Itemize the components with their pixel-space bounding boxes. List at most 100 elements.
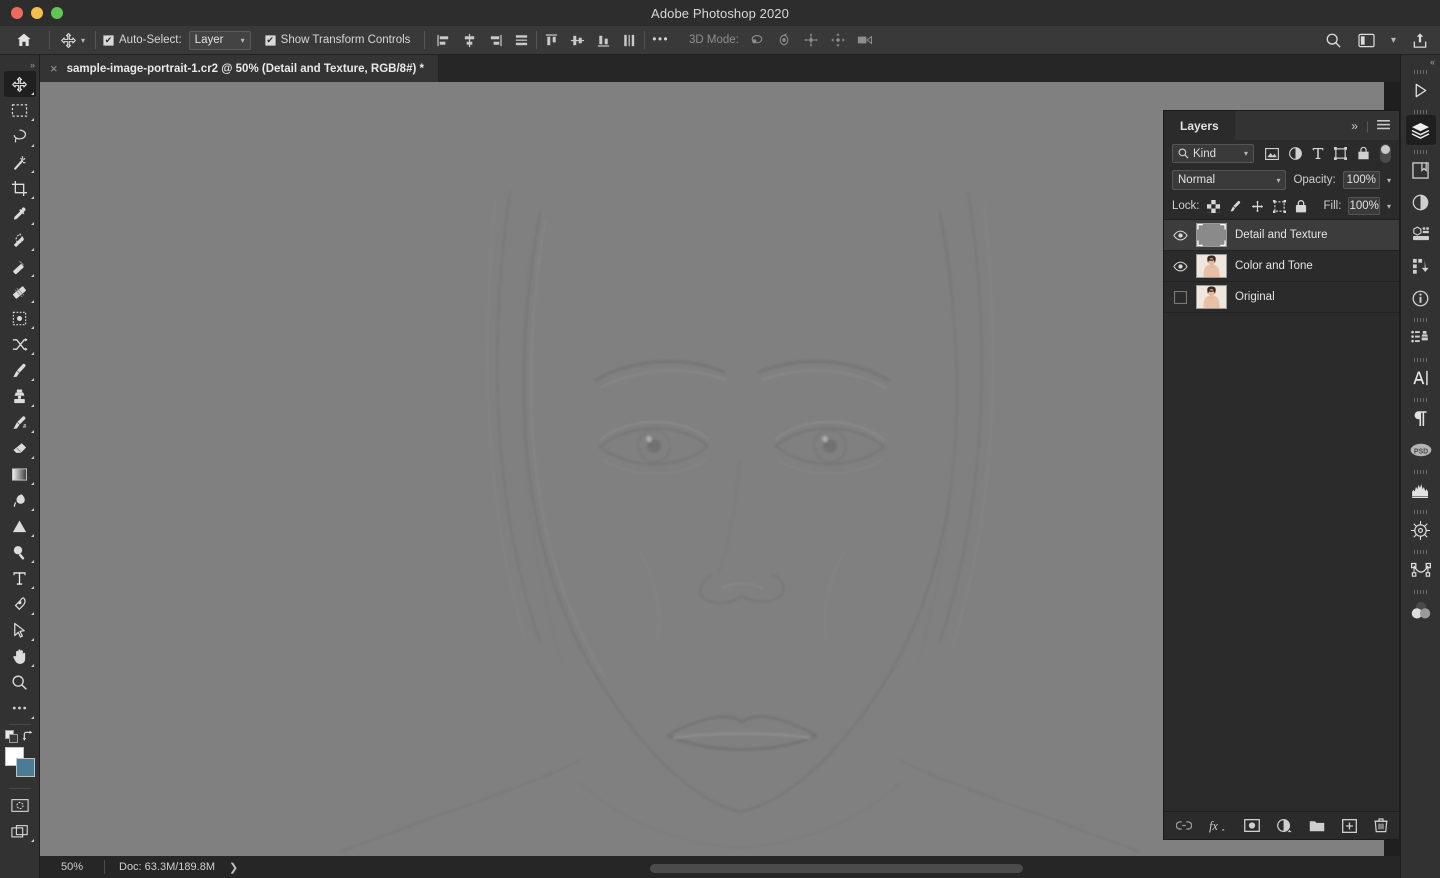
rotate-3d-icon[interactable] (749, 32, 765, 48)
pen-tool[interactable] (4, 591, 36, 617)
search-icon[interactable] (1325, 32, 1342, 49)
pixel-layer-filter-icon[interactable] (1265, 147, 1279, 160)
dodge-tool[interactable] (4, 513, 36, 539)
fill-slider-chevron-icon[interactable]: ▾ (1387, 202, 1391, 211)
panel-grip[interactable] (1413, 510, 1428, 514)
auto-select-checkbox[interactable]: ✔ Auto-Select: (103, 26, 182, 55)
shape-layer-filter-icon[interactable] (1334, 147, 1347, 160)
burn-tool[interactable] (4, 539, 36, 565)
close-icon[interactable]: × (50, 62, 58, 75)
history-brush-tool[interactable] (4, 409, 36, 435)
smart-object-filter-icon[interactable] (1357, 147, 1370, 160)
distribute-vertical-icon[interactable] (622, 33, 637, 48)
histogram-panel-icon[interactable] (1406, 475, 1436, 505)
align-top-edges-icon[interactable] (544, 33, 559, 48)
layer-row-detail-and-texture[interactable]: Detail and Texture (1164, 220, 1399, 251)
align-horizontal-centers-icon[interactable] (462, 33, 477, 48)
eraser-tool[interactable] (4, 435, 36, 461)
gradient-tool[interactable] (4, 461, 36, 487)
add-layer-mask-icon[interactable] (1243, 819, 1260, 832)
panel-grip[interactable] (1413, 110, 1428, 114)
type-layer-filter-icon[interactable] (1312, 147, 1324, 160)
rectangular-marquee-tool[interactable] (4, 97, 36, 123)
actions-panel-icon[interactable] (1406, 323, 1436, 353)
default-colors-icon[interactable] (4, 730, 19, 744)
double-chevron-right-icon[interactable]: » (1351, 119, 1358, 133)
panel-grip[interactable] (1413, 70, 1428, 74)
screen-mode-icon[interactable] (4, 818, 36, 844)
layer-visibility-toggle[interactable] (1172, 261, 1188, 272)
scale-3d-camera-icon[interactable] (857, 33, 874, 47)
layer-thumbnail-gray[interactable] (1196, 223, 1227, 247)
lock-position-icon[interactable] (1251, 200, 1264, 213)
libraries-panel-icon[interactable] (1406, 155, 1436, 185)
psd-styles-panel-icon[interactable]: PSD (1406, 435, 1436, 465)
panel-grip[interactable] (1413, 398, 1428, 402)
roll-3d-icon[interactable] (776, 32, 792, 48)
panel-grip[interactable] (1413, 358, 1428, 362)
patch-tool[interactable] (4, 279, 36, 305)
fill-input[interactable]: 100% (1348, 197, 1380, 215)
panel-grip[interactable] (1413, 590, 1428, 594)
play-actions-icon[interactable] (1406, 75, 1436, 105)
lock-all-icon[interactable] (1295, 199, 1307, 213)
pan-3d-icon[interactable] (803, 32, 819, 48)
adjustment-layer-filter-icon[interactable] (1289, 147, 1302, 160)
magic-wand-tool[interactable] (4, 149, 36, 175)
zoom-level[interactable]: 50% (40, 861, 104, 873)
align-bottom-edges-icon[interactable] (596, 33, 611, 48)
link-layers-icon[interactable] (1175, 820, 1192, 831)
panel-menu-icon[interactable] (1377, 120, 1390, 131)
show-transform-controls-checkbox[interactable]: ✔ Show Transform Controls (264, 26, 410, 55)
healing-brush-tool[interactable] (4, 253, 36, 279)
new-adjustment-layer-icon[interactable] (1276, 818, 1292, 833)
swap-colors-icon[interactable] (22, 730, 35, 743)
paths-panel-icon[interactable] (1406, 555, 1436, 585)
lock-artboard-nesting-icon[interactable] (1272, 199, 1286, 213)
zoom-tool[interactable] (4, 669, 36, 695)
share-icon[interactable] (1412, 32, 1428, 49)
clone-stamp-tool[interactable] (4, 383, 36, 409)
filter-toggle-switch[interactable] (1380, 144, 1391, 163)
layer-row-original[interactable]: Original (1164, 282, 1399, 313)
layer-kind-dropdown[interactable]: Kind ▾ (1172, 144, 1254, 163)
blend-mode-dropdown[interactable]: Normal ▾ (1172, 170, 1287, 190)
character-panel-icon[interactable] (1406, 363, 1436, 393)
layer-thumbnail-portrait[interactable] (1196, 254, 1227, 278)
lasso-tool[interactable] (4, 123, 36, 149)
layer-row-color-and-tone[interactable]: Color and Tone (1164, 251, 1399, 282)
shuffle-arrows-tool[interactable] (4, 331, 36, 357)
collapse-toolbar-icon[interactable]: » (30, 59, 39, 71)
align-right-edges-icon[interactable] (488, 33, 503, 48)
workspace-icon[interactable] (1358, 33, 1375, 48)
channels-panel-icon[interactable] (1406, 595, 1436, 625)
quick-mask-icon[interactable] (4, 792, 36, 818)
properties-panel-icon[interactable] (1406, 219, 1436, 249)
history-panel-icon[interactable] (1406, 251, 1436, 281)
path-selection-tool[interactable] (4, 617, 36, 643)
spot-healing-brush-tool[interactable] (4, 227, 36, 253)
paragraph-panel-icon[interactable] (1406, 403, 1436, 433)
chevron-down-icon[interactable]: ▾ (1391, 35, 1396, 46)
edit-toolbar-tool[interactable] (4, 695, 36, 721)
panel-grip[interactable] (1413, 550, 1428, 554)
background-color-swatch[interactable] (15, 758, 35, 777)
tab-layers[interactable]: Layers (1164, 111, 1235, 140)
home-icon[interactable] (16, 26, 32, 55)
panel-grip[interactable] (1413, 150, 1428, 154)
info-panel-icon[interactable] (1406, 283, 1436, 313)
crop-tool[interactable] (4, 175, 36, 201)
layer-thumbnail-portrait[interactable] (1196, 285, 1227, 309)
new-group-icon[interactable] (1309, 819, 1325, 832)
lock-image-pixels-icon[interactable] (1229, 200, 1242, 213)
layer-visibility-toggle-off[interactable] (1172, 290, 1188, 304)
adjustments-panel-icon[interactable] (1406, 187, 1436, 217)
new-layer-icon[interactable] (1341, 818, 1357, 833)
distribute-horizontal-icon[interactable] (514, 33, 529, 48)
opacity-input[interactable]: 100% (1342, 171, 1380, 189)
delete-layer-icon[interactable] (1373, 818, 1388, 833)
auto-select-target-dropdown[interactable]: Layer ▾ (188, 30, 251, 50)
more-options-button[interactable]: ••• (652, 34, 669, 46)
layer-visibility-toggle[interactable] (1172, 230, 1188, 241)
brush-tool[interactable] (4, 357, 36, 383)
